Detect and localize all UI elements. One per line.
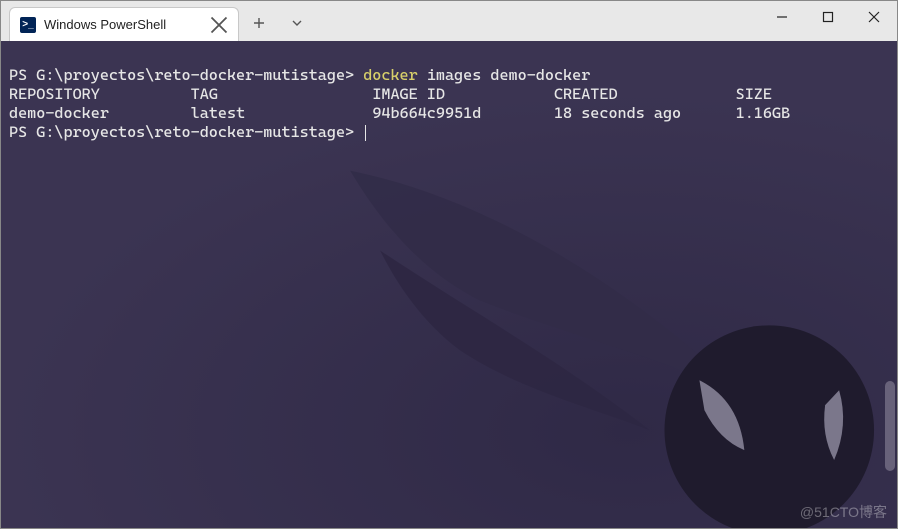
col-header-created: CREATED (554, 85, 618, 103)
cell-repository: demo-docker (9, 104, 109, 122)
cursor (365, 125, 366, 141)
tab-actions (239, 7, 317, 41)
col-header-repository: REPOSITORY (9, 85, 100, 103)
col-header-tag: TAG (191, 85, 218, 103)
cell-size: 1.16GB (736, 104, 791, 122)
prompt-line-1: PS G:\proyectos\reto-docker-mutistage> (9, 66, 354, 84)
terminal-output: PS G:\proyectos\reto-docker-mutistage> d… (1, 41, 897, 167)
prompt-line-2: PS G:\proyectos\reto-docker-mutistage> (9, 123, 354, 141)
minimize-button[interactable] (759, 1, 805, 33)
titlebar: >_ Windows PowerShell (1, 1, 897, 41)
window-controls (759, 1, 897, 33)
tab-close-button[interactable] (210, 16, 228, 34)
window-frame: >_ Windows PowerShell (0, 0, 898, 529)
close-icon (210, 16, 228, 34)
watermark: @51CTO博客 (800, 503, 887, 522)
new-tab-button[interactable] (245, 9, 273, 37)
cell-created: 18 seconds ago (554, 104, 681, 122)
chevron-down-icon (291, 17, 303, 29)
cell-image-id: 94b664c9951d (372, 104, 481, 122)
terminal-pane[interactable]: PS G:\proyectos\reto-docker-mutistage> d… (1, 41, 897, 528)
close-button[interactable] (851, 1, 897, 33)
cell-tag: latest (191, 104, 246, 122)
close-icon (868, 11, 880, 23)
tab-dropdown-button[interactable] (283, 9, 311, 37)
tab-title: Windows PowerShell (44, 17, 202, 32)
command-name: docker (363, 66, 418, 84)
scrollbar-thumb[interactable] (885, 381, 895, 471)
maximize-icon (822, 11, 834, 23)
col-header-image-id: IMAGE ID (372, 85, 445, 103)
plus-icon (253, 17, 265, 29)
minimize-icon (776, 11, 788, 23)
command-args: images demo-docker (427, 66, 590, 84)
maximize-button[interactable] (805, 1, 851, 33)
col-header-size: SIZE (736, 85, 772, 103)
tab-powershell[interactable]: >_ Windows PowerShell (9, 7, 239, 41)
powershell-icon: >_ (20, 17, 36, 33)
